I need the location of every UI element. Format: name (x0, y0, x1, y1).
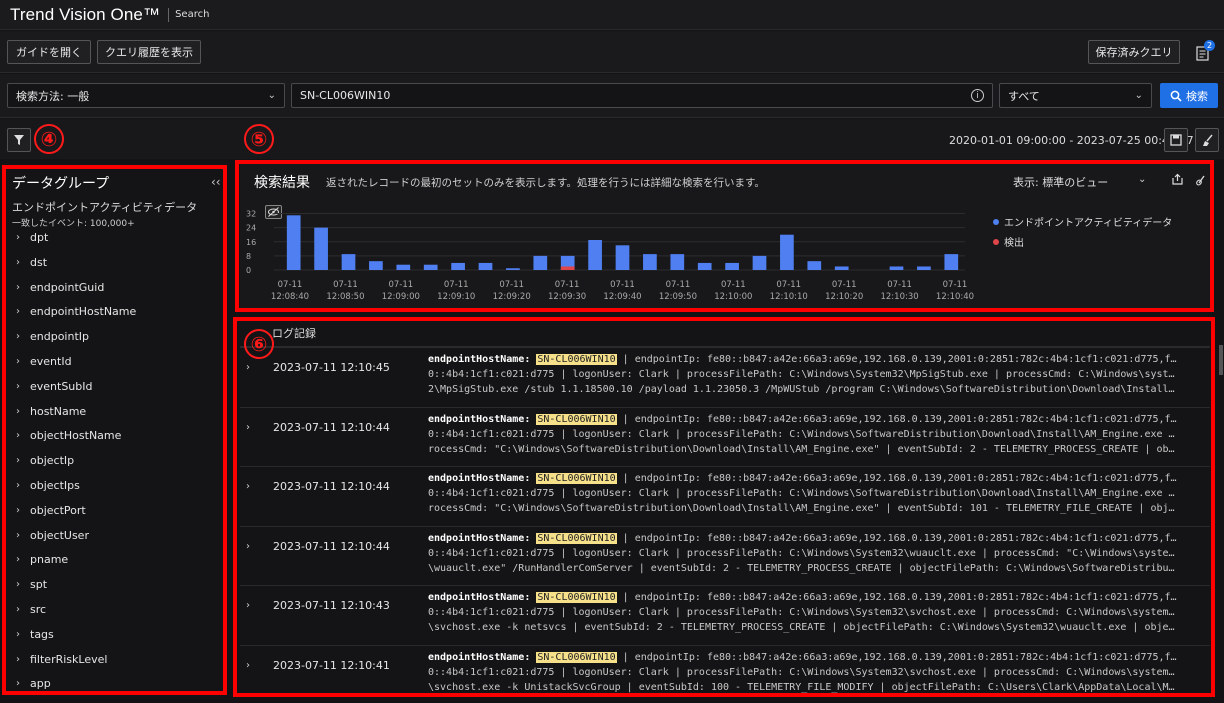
search-icon (1170, 90, 1182, 102)
annotation-box-4 (2, 165, 227, 695)
notifications-button[interactable]: 2 (1192, 40, 1216, 65)
save-button[interactable] (1164, 128, 1188, 152)
brand-title: Trend Vision One™ (10, 4, 161, 24)
search-query-value: SN-CL006WIN10 (300, 89, 391, 102)
broom-icon (1202, 134, 1213, 146)
chevron-down-icon: ⌄ (267, 90, 276, 101)
top-bar: Trend Vision One™ Search (0, 0, 1224, 30)
search-query-input[interactable]: SN-CL006WIN10 i (291, 83, 993, 108)
app-name: Search (175, 9, 210, 20)
search-method-select[interactable]: 検索方法: 一般 ⌄ (7, 83, 285, 108)
annotation-number-6: ⑥ (244, 329, 274, 359)
clear-button[interactable] (1195, 128, 1219, 152)
notification-badge: 2 (1204, 40, 1215, 51)
annotation-number-5: ⑤ (244, 124, 274, 154)
save-icon (1170, 134, 1182, 146)
chevron-down-icon: ⌄ (1134, 90, 1143, 101)
query-history-button[interactable]: クエリ履歴を表示 (97, 40, 201, 64)
filter-icon (14, 135, 24, 145)
search-method-value: 検索方法: 一般 (16, 89, 90, 103)
open-guide-button[interactable]: ガイドを開く (7, 40, 91, 64)
date-range[interactable]: 2020-01-01 09:00:00 - 2023-07-25 00:49:2… (949, 134, 1194, 147)
filter-button[interactable] (7, 128, 31, 152)
search-button[interactable]: 検索 (1160, 83, 1218, 108)
search-scope-select[interactable]: すべて ⌄ (999, 83, 1152, 108)
search-button-label: 検索 (1186, 89, 1208, 103)
annotation-number-4: ④ (34, 124, 64, 154)
scrollbar[interactable] (1219, 345, 1223, 375)
search-scope-value: すべて (1008, 89, 1040, 103)
info-icon[interactable]: i (971, 89, 984, 102)
annotation-box-5 (235, 160, 1214, 312)
title-divider (168, 7, 170, 22)
saved-queries-button[interactable]: 保存済みクエリ (1088, 40, 1180, 64)
annotation-box-6 (233, 317, 1215, 697)
